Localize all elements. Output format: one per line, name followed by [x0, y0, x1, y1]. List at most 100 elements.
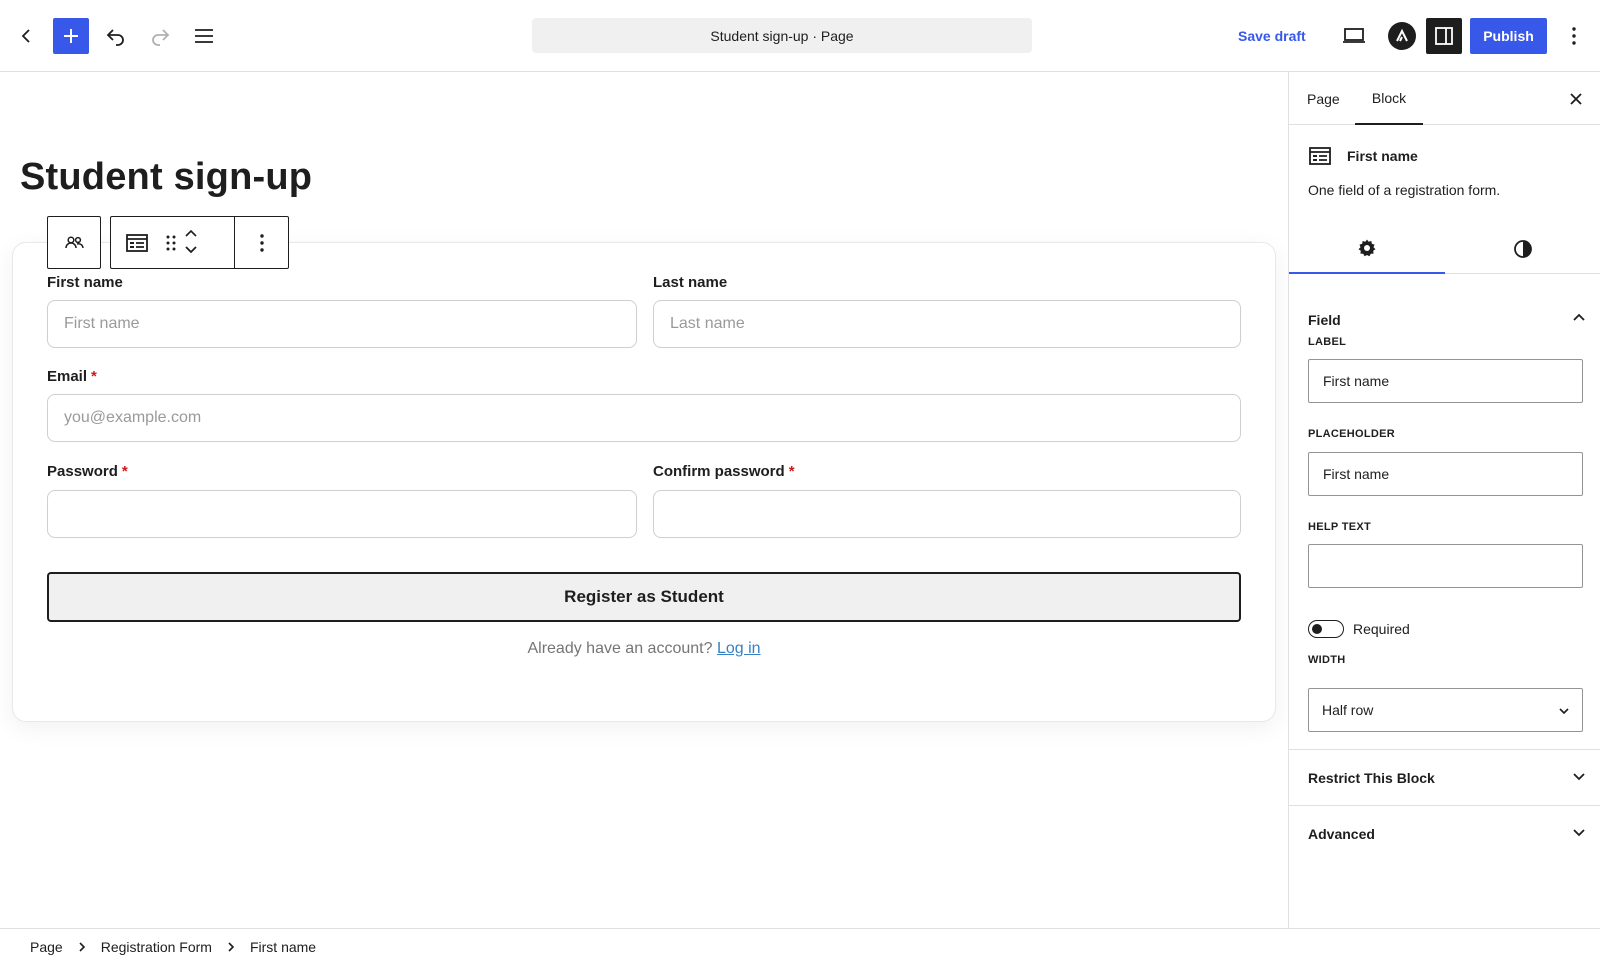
- block-type-button[interactable]: [125, 233, 149, 253]
- styles-icon: [1514, 240, 1532, 258]
- block-breadcrumb: Page Registration Form First name: [0, 928, 1600, 964]
- save-draft-button[interactable]: Save draft: [1238, 18, 1306, 54]
- settings-sidebar: Page Block First name One field of a reg…: [1288, 72, 1600, 928]
- chevron-right-icon: [77, 941, 87, 953]
- form-field-icon: [1308, 146, 1332, 171]
- email-label: Email *: [47, 368, 97, 385]
- editor-canvas: Student sign-up First name First name La…: [0, 72, 1288, 928]
- move-down-button[interactable]: [183, 243, 199, 261]
- preview-button[interactable]: [1336, 18, 1372, 54]
- toggle-knob: [1312, 624, 1322, 634]
- plugin-logo-icon: [1388, 22, 1416, 50]
- add-block-button[interactable]: [53, 18, 89, 54]
- register-button[interactable]: Register as Student: [47, 572, 1241, 622]
- settings-sidebar-toggle[interactable]: [1426, 18, 1462, 54]
- tab-block[interactable]: Block: [1355, 72, 1423, 125]
- help-text-input[interactable]: [1308, 544, 1583, 588]
- select-parent-button[interactable]: [47, 216, 101, 269]
- options-menu-button[interactable]: [1556, 18, 1592, 54]
- required-marker: *: [91, 368, 97, 385]
- page-title[interactable]: Student sign-up: [20, 156, 312, 199]
- tab-settings[interactable]: [1289, 224, 1445, 274]
- more-vertical-icon: [259, 233, 264, 252]
- breadcrumb-item-first-name: First name: [249, 938, 317, 955]
- gear-icon: [1358, 239, 1376, 257]
- email-field[interactable]: you@example.com: [47, 394, 1241, 442]
- block-inspector-tabs: [1289, 224, 1600, 274]
- help-text-caption: HELP TEXT: [1308, 521, 1372, 533]
- chevron-down-icon: [185, 245, 197, 253]
- confirm-password-label-text: Confirm password: [653, 463, 785, 480]
- last-name-placeholder: Last name: [670, 315, 745, 332]
- placeholder-caption: PLACEHOLDER: [1308, 428, 1396, 440]
- email-label-text: Email: [47, 368, 88, 385]
- label-input[interactable]: First name: [1308, 359, 1583, 403]
- restrict-block-panel-title: Restrict This Block: [1308, 770, 1435, 786]
- block-controls-group: [110, 216, 234, 269]
- move-controls: [183, 225, 199, 261]
- plus-icon: [64, 29, 78, 43]
- confirm-password-label: Confirm password *: [653, 463, 795, 480]
- undo-button[interactable]: [98, 18, 134, 54]
- required-toggle-label: Required: [1353, 621, 1410, 637]
- width-select[interactable]: Half row: [1308, 688, 1583, 732]
- tab-styles[interactable]: [1445, 224, 1600, 274]
- redo-icon: [152, 29, 170, 46]
- login-link[interactable]: Log in: [717, 640, 761, 657]
- list-view-icon: [195, 29, 213, 43]
- chevron-down-icon: [1573, 829, 1585, 837]
- block-card-description: One field of a registration form.: [1308, 182, 1501, 198]
- placeholder-input[interactable]: First name: [1308, 452, 1583, 496]
- last-name-field[interactable]: Last name: [653, 300, 1241, 348]
- document-title-bar[interactable]: Student sign-up · Page: [532, 18, 1032, 53]
- close-sidebar-button[interactable]: [1561, 84, 1591, 114]
- undo-icon: [106, 29, 124, 46]
- block-options-button[interactable]: [234, 216, 289, 269]
- tab-page[interactable]: Page: [1307, 72, 1340, 125]
- placeholder-input-value: First name: [1323, 466, 1390, 482]
- advanced-panel-title: Advanced: [1308, 826, 1375, 842]
- required-toggle[interactable]: [1308, 620, 1344, 638]
- required-marker: *: [121, 463, 128, 480]
- breadcrumb-item-registration-form[interactable]: Registration Form: [101, 939, 212, 955]
- editor-header: Student sign-up · Page Save draft Publis…: [0, 0, 1600, 72]
- first-name-label: First name: [47, 274, 123, 291]
- plugin-logo-button[interactable]: [1384, 18, 1420, 54]
- confirm-password-field[interactable]: [653, 490, 1241, 538]
- move-up-button[interactable]: [183, 225, 199, 243]
- drag-handle-icon: [166, 235, 176, 250]
- email-placeholder: you@example.com: [64, 409, 202, 426]
- chevron-right-icon: [226, 941, 236, 953]
- back-button[interactable]: [10, 18, 42, 54]
- form-field-icon: [126, 233, 148, 252]
- last-name-label: Last name: [653, 274, 728, 291]
- first-name-field[interactable]: First name: [47, 300, 637, 348]
- block-card-title: First name: [1347, 148, 1418, 164]
- more-vertical-icon: [1572, 27, 1576, 45]
- label-input-value: First name: [1323, 373, 1390, 389]
- restrict-block-panel-toggle[interactable]: Restrict This Block: [1289, 750, 1600, 806]
- password-field[interactable]: [47, 490, 637, 538]
- width-select-value: Half row: [1322, 702, 1374, 718]
- width-caption: WIDTH: [1308, 654, 1346, 666]
- chevron-down-icon: [1559, 708, 1569, 715]
- publish-button[interactable]: Publish: [1470, 18, 1547, 54]
- breadcrumb-item-page[interactable]: Page: [30, 939, 63, 955]
- close-icon: [1570, 93, 1582, 105]
- redo-button[interactable]: [142, 18, 178, 54]
- block-toolbar: [47, 216, 289, 269]
- first-name-placeholder: First name: [64, 315, 140, 332]
- login-prompt: Already have an account? Log in: [47, 640, 1241, 658]
- chevron-down-icon: [1573, 773, 1585, 781]
- drag-handle[interactable]: [165, 233, 177, 253]
- desktop-icon: [1343, 28, 1365, 43]
- advanced-panel-toggle[interactable]: Advanced: [1289, 806, 1600, 862]
- field-panel-title: Field: [1308, 312, 1341, 328]
- password-label: Password *: [47, 463, 128, 480]
- login-prompt-text: Already have an account?: [527, 640, 713, 657]
- document-overview-button[interactable]: [186, 18, 222, 54]
- sidebar-icon: [1435, 27, 1453, 45]
- users-icon: [65, 235, 84, 248]
- chevron-up-icon: [1573, 313, 1585, 321]
- chevron-left-icon: [21, 29, 30, 43]
